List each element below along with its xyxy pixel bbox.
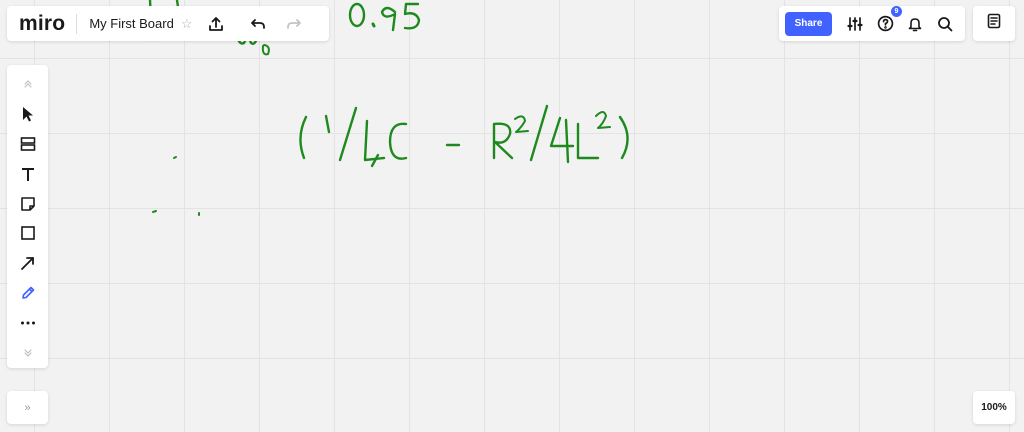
- board-header: miro My First Board ☆: [7, 6, 329, 41]
- board-title[interactable]: My First Board: [89, 16, 174, 31]
- sticky-note-icon: [20, 196, 35, 211]
- text-tool[interactable]: [7, 159, 48, 189]
- search-icon[interactable]: [931, 10, 959, 38]
- notes-icon: [986, 13, 1002, 34]
- ink-one: [324, 114, 331, 134]
- frame-icon: [20, 136, 35, 151]
- cursor-icon: [22, 106, 33, 122]
- ink-slash: [338, 106, 358, 162]
- ink-five: [403, 2, 421, 30]
- collapse-down-icon[interactable]: [7, 338, 48, 368]
- ink-open-paren: [299, 115, 308, 160]
- notification-badge: 9: [891, 5, 902, 17]
- export-icon[interactable]: [202, 10, 230, 38]
- shape-tool[interactable]: [7, 219, 48, 249]
- star-icon[interactable]: ☆: [181, 16, 193, 32]
- canvas-handwriting[interactable]: [0, 0, 1024, 432]
- ink-dot: [152, 210, 157, 213]
- zoom-level[interactable]: 100%: [973, 391, 1015, 424]
- arrow-icon: [20, 257, 34, 271]
- more-tools[interactable]: [7, 308, 48, 338]
- pen-tool[interactable]: [7, 278, 48, 308]
- undo-icon[interactable]: [244, 10, 272, 38]
- notes-panel-button[interactable]: [973, 6, 1015, 41]
- redo-icon[interactable]: [280, 10, 308, 38]
- settings-sliders-icon[interactable]: [841, 10, 869, 38]
- text-icon: [21, 167, 34, 181]
- square-icon: [20, 226, 35, 241]
- ink-stroke: [261, 44, 270, 56]
- ink-zero: [348, 2, 366, 28]
- miro-logo[interactable]: miro: [19, 12, 65, 36]
- tool-palette: [7, 65, 48, 368]
- ink-superscript-two: [514, 115, 529, 133]
- more-dots-icon: [20, 321, 35, 325]
- collaboration-toolbar: Share 9: [779, 5, 965, 41]
- divider: [76, 13, 78, 34]
- ink-letter-r: [492, 122, 514, 160]
- frame-tool[interactable]: [7, 129, 48, 159]
- share-button[interactable]: Share: [785, 11, 832, 36]
- ink-letter-l: [363, 119, 386, 162]
- bell-icon[interactable]: [901, 10, 929, 38]
- ink-slash: [529, 104, 549, 162]
- ink-nine: [380, 6, 397, 32]
- ink-four: [549, 116, 575, 164]
- ink-letter-l: [576, 122, 600, 160]
- expand-panel-button[interactable]: »: [7, 391, 48, 424]
- ink-close-paren: [618, 115, 629, 160]
- pen-icon: [21, 286, 34, 300]
- sticky-note-tool[interactable]: [7, 189, 48, 219]
- ink-dot: [173, 156, 177, 159]
- ink-letter-c: [388, 122, 408, 160]
- select-tool[interactable]: [7, 99, 48, 129]
- ink-tick: [370, 153, 380, 168]
- ink-superscript-two: [595, 111, 611, 129]
- ink-dot: [371, 22, 376, 28]
- help-icon[interactable]: 9: [871, 5, 902, 38]
- arrow-tool[interactable]: [7, 248, 48, 278]
- collapse-up-icon[interactable]: [7, 69, 48, 99]
